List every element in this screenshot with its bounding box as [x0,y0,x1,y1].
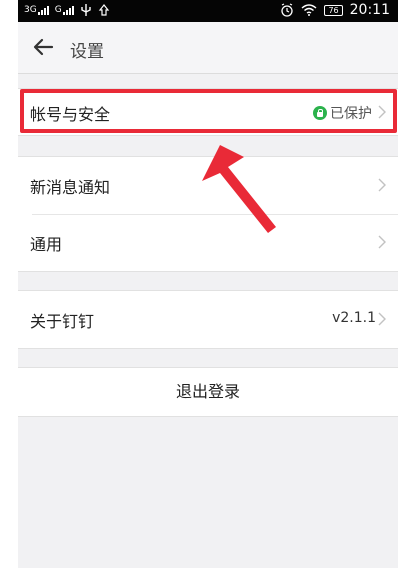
settings-row-account-security[interactable]: 帐号与安全 已保护 [18,89,398,135]
notifications-group: 新消息通知 通用 [18,156,398,272]
network-indicator-2: G [55,5,74,15]
signal-icon [37,5,49,15]
row-label: 关于钉钉 [30,312,95,331]
settings-row-general[interactable]: 通用 [18,214,398,271]
settings-row-about[interactable]: 关于钉钉 v2.1.1 [18,291,398,348]
alarm-icon [281,3,294,17]
page-title: 设置 [70,42,104,62]
logout-label: 退出登录 [175,382,240,401]
chevron-right-icon [378,105,386,119]
chevron-right-icon [378,178,386,192]
lock-icon [313,106,327,120]
network-indicator-1: 3G [24,5,49,15]
usb-icon [80,4,91,16]
status-time: 20:11 [349,2,390,18]
chevron-right-icon [378,312,386,326]
status-bar: 3G G 76 20:11 [18,0,398,22]
phone-screen: 3G G 76 20:11 设置 帐号与安全 已保护 新消息通知 通用 关于钉钉… [18,0,398,568]
upload-icon [98,4,109,16]
settings-row-new-message-notification[interactable]: 新消息通知 [18,157,398,214]
signal-icon [62,5,74,15]
row-label: 新消息通知 [30,178,111,197]
row-label: 帐号与安全 [30,105,111,124]
nav-header: 设置 [18,22,398,74]
wifi-icon [301,4,317,16]
protection-status: 已保护 [330,106,372,122]
battery-indicator: 76 [324,4,343,16]
row-label: 通用 [30,235,63,254]
chevron-right-icon [378,235,386,249]
app-version: v2.1.1 [332,310,376,326]
about-group: 关于钉钉 v2.1.1 [18,290,398,349]
back-arrow-icon[interactable] [32,36,54,58]
account-group: 帐号与安全 已保护 [18,88,398,136]
logout-button[interactable]: 退出登录 [18,367,398,417]
